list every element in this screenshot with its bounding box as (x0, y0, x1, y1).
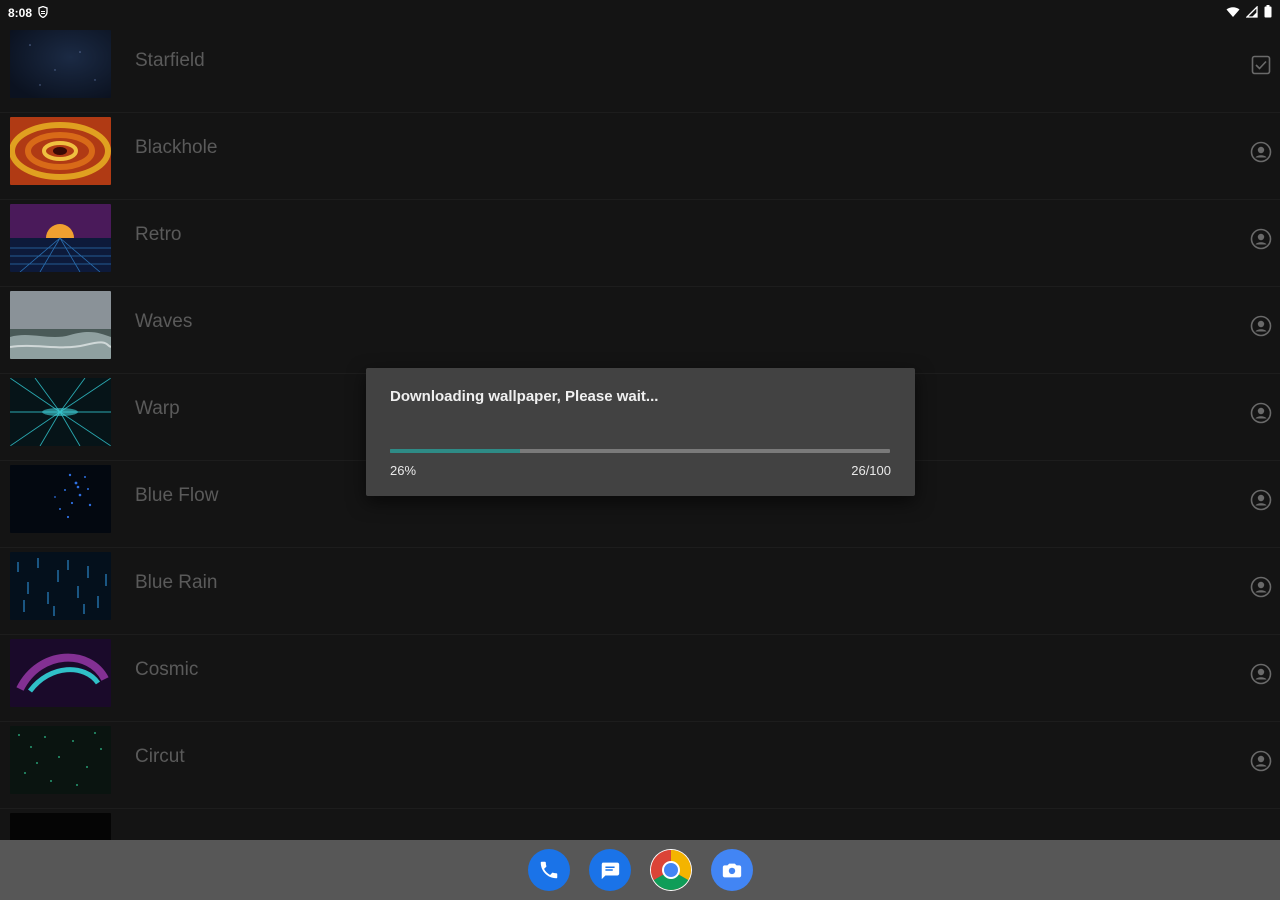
progress-percent: 26% (390, 463, 417, 478)
wallpaper-thumbnail (10, 117, 111, 185)
list-item[interactable] (0, 809, 1280, 840)
wallpaper-title: Retro (135, 224, 182, 245)
dialog-message: Downloading wallpaper, Please wait... (390, 388, 659, 405)
list-item[interactable]: Retro (0, 200, 1280, 287)
wallpaper-thumbnail (10, 813, 111, 840)
wallpaper-thumbnail (10, 465, 111, 533)
progress-bar-fill (390, 449, 520, 453)
download-progress-dialog: Downloading wallpaper, Please wait... 26… (366, 368, 915, 496)
wallpaper-title: Blackhole (135, 137, 218, 158)
user-circle-icon[interactable] (1250, 489, 1272, 511)
wallpaper-thumbnail (10, 726, 111, 794)
user-circle-icon[interactable] (1250, 141, 1272, 163)
shield-icon (38, 5, 48, 21)
progress-count: 26/100 (851, 463, 891, 478)
wallpaper-thumbnail (10, 552, 111, 620)
app-dock (0, 840, 1280, 900)
camera-icon[interactable] (710, 849, 753, 891)
list-item[interactable]: Waves (0, 287, 1280, 374)
chrome-icon[interactable] (649, 849, 692, 891)
checkbox-checked-icon[interactable] (1250, 54, 1272, 76)
phone-icon[interactable] (527, 849, 570, 891)
list-item[interactable]: Circut (0, 722, 1280, 809)
progress-bar (390, 449, 890, 453)
wallpaper-thumbnail (10, 204, 111, 272)
wallpaper-title: Cosmic (135, 659, 199, 680)
user-circle-icon[interactable] (1250, 402, 1272, 424)
user-circle-icon[interactable] (1250, 315, 1272, 337)
list-item[interactable]: Blackhole (0, 113, 1280, 200)
user-circle-icon[interactable] (1250, 576, 1272, 598)
user-circle-icon[interactable] (1250, 750, 1272, 772)
user-circle-icon[interactable] (1250, 228, 1272, 250)
signal-icon (1245, 4, 1258, 21)
status-bar: 8:08 (0, 0, 1280, 26)
wallpaper-title: Starfield (135, 50, 205, 71)
list-item[interactable]: Cosmic (0, 635, 1280, 722)
wallpaper-thumbnail (10, 30, 111, 98)
battery-icon (1264, 5, 1272, 21)
wallpaper-title: Warp (135, 398, 180, 419)
wallpaper-title: Blue Rain (135, 572, 218, 593)
messages-icon[interactable] (588, 849, 631, 891)
wallpaper-thumbnail (10, 639, 111, 707)
wifi-icon (1226, 6, 1240, 21)
status-time: 8:08 (8, 6, 33, 20)
wallpaper-thumbnail (10, 291, 111, 359)
device-screen: 8:08 Starfield Blackhole Retro Waves War… (0, 0, 1280, 900)
wallpaper-title: Blue Flow (135, 485, 219, 506)
list-item[interactable]: Blue Rain (0, 548, 1280, 635)
wallpaper-title: Circut (135, 746, 185, 767)
wallpaper-thumbnail (10, 378, 111, 446)
wallpaper-title: Waves (135, 311, 193, 332)
list-item[interactable]: Starfield (0, 26, 1280, 113)
user-circle-icon[interactable] (1250, 663, 1272, 685)
